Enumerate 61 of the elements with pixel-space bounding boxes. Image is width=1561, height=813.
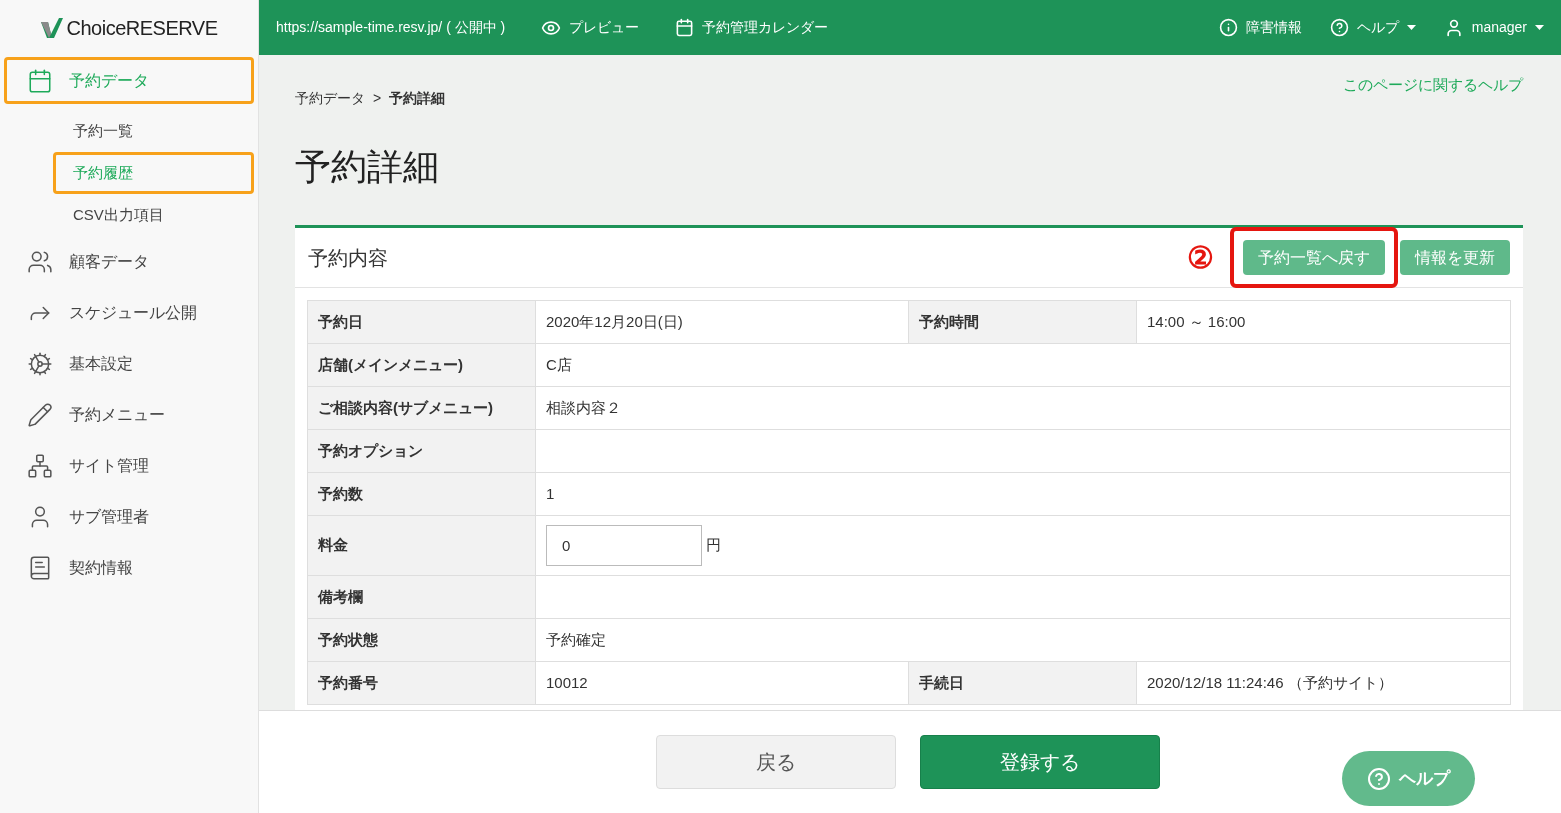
topbar-link[interactable]: 予約管理カレンダー: [675, 17, 829, 38]
price-input[interactable]: 0: [546, 525, 702, 566]
row-value: C店: [535, 343, 1511, 387]
row-value: 予約確定: [535, 618, 1511, 662]
page-title: 予約詳細: [295, 149, 440, 185]
row-label: 予約状態: [307, 618, 536, 662]
breadcrumb-separator: >: [373, 89, 382, 108]
row-value: 2020年12月20日(日): [535, 300, 909, 344]
card-action-button[interactable]: 予約一覧へ戻す: [1243, 240, 1385, 275]
row-value: 10012: [535, 661, 909, 705]
info-icon: [1218, 18, 1238, 37]
help-icon: [1367, 766, 1391, 791]
site-url-link[interactable]: https://sample-time.resv.jp/ ( 公開中 ): [276, 17, 506, 38]
row-label: 料金: [307, 515, 536, 576]
row-label: 予約時間: [908, 300, 1137, 344]
card-action-button[interactable]: 情報を更新: [1400, 240, 1510, 275]
row-value: 1: [535, 472, 1511, 516]
sitemap-icon: [27, 452, 53, 479]
sidebar-item[interactable]: 契約情報: [4, 544, 254, 591]
topbar-menu[interactable]: ヘルプ: [1329, 17, 1416, 38]
topbar-menu[interactable]: manager: [1443, 17, 1544, 38]
breadcrumb-link[interactable]: 予約データ: [295, 88, 365, 109]
row-label: 予約数: [307, 472, 536, 516]
sidebar-item[interactable]: サイト管理: [4, 442, 254, 489]
caret-icon: [1406, 25, 1416, 30]
caret-icon: [1535, 25, 1544, 30]
breadcrumb-current: 予約詳細: [389, 89, 446, 108]
help-icon: [1329, 18, 1349, 37]
page-help-link[interactable]: このページに関するヘルプ: [1343, 74, 1523, 97]
logo-text: ChoiceRESERVE: [66, 15, 218, 41]
row-value: 2020/12/18 11:24:46 （予約サイト）: [1136, 661, 1511, 705]
topbar-link[interactable]: プレビュー: [541, 17, 640, 38]
row-label: 備考欄: [307, 575, 536, 619]
sidebar-subitem[interactable]: 予約一覧: [53, 110, 254, 152]
back-button[interactable]: 戻る: [655, 735, 896, 789]
row-label: 予約日: [307, 300, 536, 344]
currency-unit: 円: [706, 535, 721, 556]
sidebar-subitem[interactable]: 予約履歴: [53, 152, 254, 194]
logo-check-icon: [40, 17, 63, 38]
sidebar-item[interactable]: スケジュール公開: [4, 289, 254, 336]
row-label: 店舗(メインメニュー): [307, 343, 536, 387]
row-value: 相談内容２: [535, 386, 1511, 430]
sidebar-item[interactable]: 予約メニュー: [4, 391, 254, 438]
sidebar-item[interactable]: 基本設定: [4, 340, 254, 387]
calendar-icon: [675, 18, 695, 37]
help-button[interactable]: ヘルプ: [1342, 751, 1475, 806]
row-label: 手続日: [908, 661, 1137, 705]
annotation-number: ②: [1187, 240, 1214, 276]
row-label: ご相談内容(サブメニュー): [307, 386, 536, 430]
sidebar-item[interactable]: 顧客データ: [4, 238, 254, 285]
topbar-menu[interactable]: 障害情報: [1218, 17, 1302, 38]
sidebar-item[interactable]: サブ管理者: [4, 493, 254, 540]
row-value: 14:00 ～ 16:00: [1136, 300, 1511, 344]
card-title: 予約内容: [308, 245, 389, 271]
row-label: 予約番号: [307, 661, 536, 705]
pencil-icon: [27, 401, 53, 428]
sidebar-subitem[interactable]: CSV出力項目: [53, 194, 254, 236]
sidebar-item[interactable]: 予約データ: [4, 57, 254, 104]
register-button[interactable]: 登録する: [919, 735, 1160, 789]
calendar-icon: [27, 67, 53, 94]
row-label: 予約オプション: [307, 429, 536, 473]
